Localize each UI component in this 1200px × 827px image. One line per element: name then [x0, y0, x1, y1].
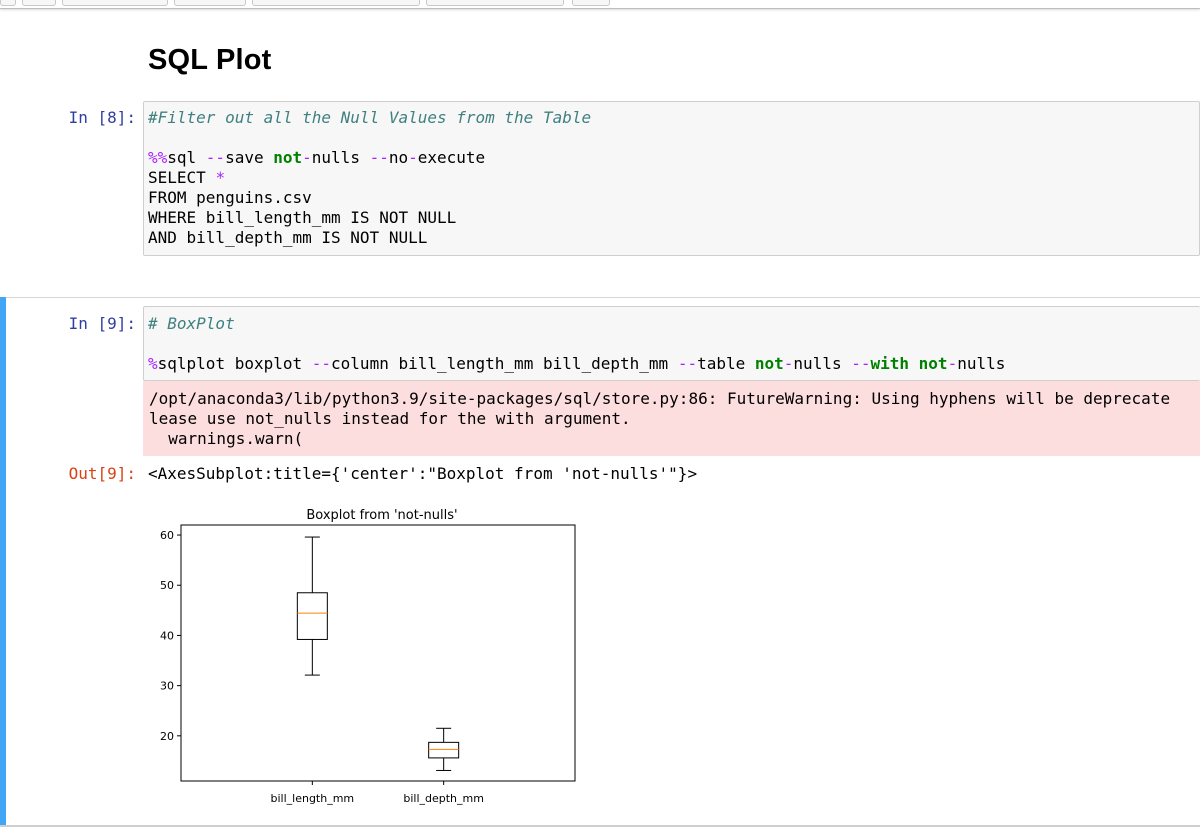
- code-comment: #Filter out all the Null Values from the…: [148, 108, 592, 127]
- x-tick-label: bill_length_mm: [271, 792, 355, 805]
- toolbar-button[interactable]: [174, 0, 246, 6]
- toolbar-button[interactable]: [62, 0, 168, 6]
- code-line: FROM penguins.csv: [148, 188, 312, 207]
- stderr-line: /opt/anaconda3/lib/python3.9/site-packag…: [149, 389, 1171, 408]
- stderr-line: warnings.warn(: [149, 429, 304, 448]
- code-editor[interactable]: #Filter out all the Null Values from the…: [148, 108, 591, 248]
- chart-title: Boxplot from 'not-nulls': [306, 508, 457, 523]
- cell-separator: [0, 297, 1200, 298]
- y-tick-label: 40: [160, 629, 174, 642]
- toolbar-button[interactable]: [252, 0, 420, 6]
- code-editor[interactable]: # BoxPlot %sqlplot boxplot --column bill…: [148, 314, 1005, 374]
- code-comment: # BoxPlot: [148, 314, 235, 333]
- selected-cell-indicator: [0, 297, 6, 827]
- toolbar-button[interactable]: [0, 0, 16, 6]
- code-line: AND bill_depth_mm IS NOT NULL: [148, 228, 428, 247]
- input-prompt: In [8]:: [68, 108, 136, 127]
- output-prompt: Out[9]:: [68, 464, 136, 483]
- input-prompt: In [9]:: [68, 314, 136, 333]
- notebook-toolbar: [0, 0, 1200, 9]
- toolbar-button[interactable]: [572, 0, 610, 6]
- y-axis: 20 30 40 50 60: [160, 529, 181, 743]
- toolbar-button[interactable]: [22, 0, 56, 6]
- x-axis: bill_length_mm bill_depth_mm: [271, 781, 484, 805]
- output-text: <AxesSubplot:title={'center':"Boxplot fr…: [148, 464, 698, 483]
- markdown-heading: SQL Plot: [148, 44, 272, 76]
- code-line: WHERE bill_length_mm IS NOT NULL: [148, 208, 457, 227]
- stderr-line: lease use not_nulls instead for the with…: [149, 409, 631, 428]
- y-tick-label: 30: [160, 680, 174, 693]
- y-tick-label: 60: [160, 529, 174, 542]
- toolbar-button[interactable]: [426, 0, 564, 6]
- boxplot-chart: Boxplot from 'not-nulls' 20 30 40 50 60 bill…: [160, 508, 576, 805]
- x-tick-label: bill_depth_mm: [403, 792, 484, 805]
- plot-frame: [180, 524, 576, 782]
- y-tick-label: 50: [160, 579, 174, 592]
- stderr-output: /opt/anaconda3/lib/python3.9/site-packag…: [143, 381, 1200, 456]
- y-tick-label: 20: [160, 730, 174, 743]
